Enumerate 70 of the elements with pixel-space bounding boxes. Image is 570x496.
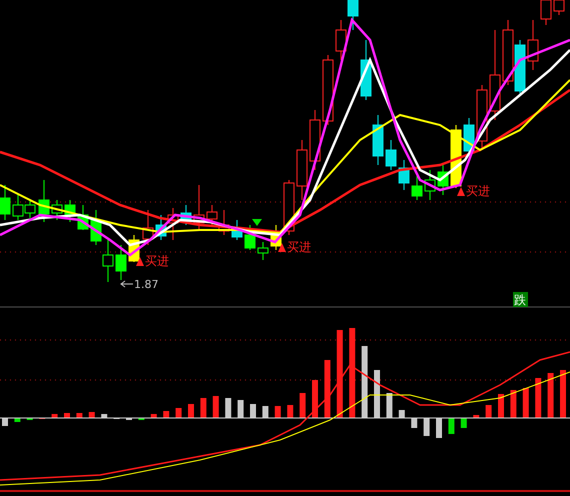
candlestick [398,160,410,190]
badge: 跌 [513,292,528,307]
candlestick [12,194,24,220]
histogram-bar [460,418,467,428]
histogram-bar [498,394,504,418]
candlestick [360,40,372,100]
signal-label: 买进 [145,254,169,268]
candlestick [64,200,76,222]
histogram-bar [88,412,95,418]
histogram-bar [76,413,82,418]
histogram-bar [176,408,182,418]
candlestick [90,210,102,246]
candlestick [336,20,346,60]
candlestick [0,184,10,220]
candlestick [116,244,126,280]
candlestick [156,214,166,240]
histogram-bar [287,405,294,418]
histogram-bar [163,411,170,418]
histogram-bar [522,388,529,418]
candlestick [296,140,308,200]
histogram-bar [486,405,492,418]
candlestick [310,110,320,170]
histogram-bar [274,406,281,418]
histogram-bar [560,370,566,418]
candlestick [372,114,384,166]
candlestick [386,140,396,170]
candlestick [438,164,448,196]
low-price-label: 1.87 [134,278,158,291]
histogram-bar [324,360,330,418]
histogram-bar [448,418,454,434]
histogram-bar [14,418,20,422]
histogram-bar [312,380,318,418]
candlestick [412,174,422,200]
candlestick [502,20,514,86]
signal-label: 买进 [466,184,490,198]
candlestick [102,240,114,282]
histogram-bar [510,390,516,418]
histogram-bar [52,414,58,418]
candlestick [258,242,268,260]
candlestick [348,0,358,30]
candlestick [142,210,154,246]
histogram-bar [212,396,219,418]
candlestick [528,20,538,70]
histogram-bar [200,398,206,418]
histogram-bar [150,414,157,418]
triangle-icon [278,243,286,252]
candlestick [424,170,436,200]
histogram-bar [473,415,480,418]
candlestick [78,204,88,230]
signal-label: 买进 [287,240,311,254]
histogram-bar [535,378,542,418]
histogram-bar [64,413,70,418]
histogram-bar [548,373,554,418]
candlestick [24,200,36,218]
histogram-bar [300,393,306,418]
triangle-icon [457,187,465,196]
candlestick [514,40,526,96]
triangle-icon [252,219,262,226]
candlestick [52,200,62,220]
candlestick [232,220,242,240]
candlestick [244,224,256,250]
candlestick [206,204,218,226]
triangle-icon [136,257,144,266]
candlestick [218,210,230,236]
candlestick [322,54,334,126]
candlestick [180,204,192,226]
candlestick [38,180,50,222]
histogram-bar [188,404,194,418]
arrow-icon [120,280,134,288]
candlestick [168,208,178,240]
